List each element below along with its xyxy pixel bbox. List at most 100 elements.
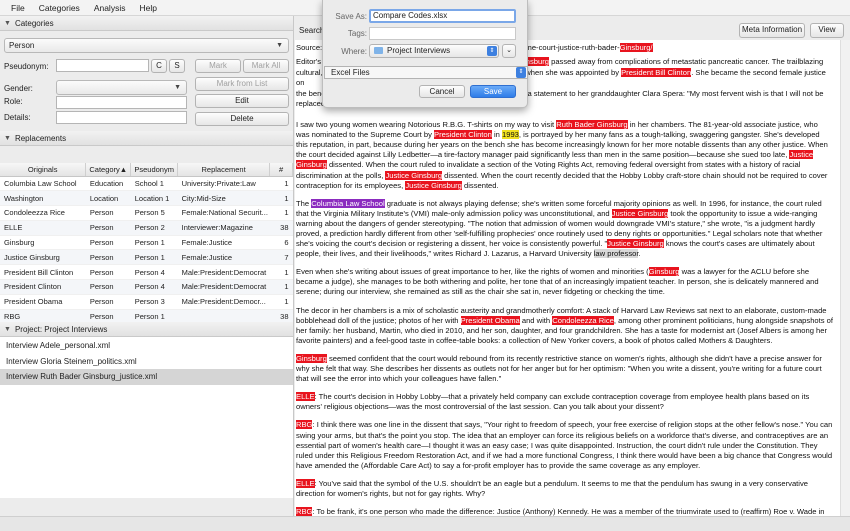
table-row[interactable]: ELLE Person Person 2 Interviewer:Magazine 38: [0, 220, 293, 236]
categories-header[interactable]: ▼ Categories: [0, 16, 293, 31]
table-cell: President Clinton: [0, 279, 86, 295]
table-row[interactable]: President Bill Clinton Person Person 4 Male…: [0, 264, 293, 281]
highlighted-term: Ruth Bader Ginsburg: [556, 120, 628, 130]
meta-information-button[interactable]: Meta Information: [739, 23, 805, 38]
save-as-field[interactable]: Compare Codes.xlsx: [369, 9, 516, 23]
role-field[interactable]: [56, 96, 187, 109]
document-text: Source: 8/supreme-court-justice-ruth-bade…: [295, 40, 840, 516]
table-cell: University:Private:Law: [177, 176, 270, 192]
highlighted-term: ELLE: [296, 392, 315, 402]
replacements-header[interactable]: ▼ Replacements: [0, 131, 293, 146]
expand-dialog-button[interactable]: ⌄: [502, 44, 516, 58]
list-item[interactable]: Interview Gloria Steinem_politics.xml: [0, 354, 293, 370]
text-run: : The court's decision in Hobby Lobby—th…: [296, 392, 810, 412]
table-row[interactable]: Justice Ginsburg Person Person 1 Female:Jus…: [0, 249, 293, 266]
highlighted-term: Condoleezza Rice: [552, 315, 614, 325]
text-run: The: [296, 198, 312, 208]
tags-field[interactable]: [369, 27, 516, 40]
chevron-updown-icon: ⇕: [516, 67, 526, 78]
replacements-body: Columbia Law School Education School 1 Univ…: [0, 176, 293, 340]
table-cell: Female:National Securit...: [177, 205, 270, 221]
collapse-triangle-icon: ▼: [4, 19, 11, 27]
table-row[interactable]: President Obama Person Person 3 Male:Presid…: [0, 294, 293, 310]
paragraph: Ginsburg seemed confident that the court…: [296, 353, 833, 384]
mark-button[interactable]: Mark: [195, 59, 241, 73]
list-item[interactable]: Interview Adele_personal.xml: [0, 338, 293, 354]
table-cell: City:Mid-Size: [177, 190, 270, 207]
list-item[interactable]: Interview Ruth Bader Ginsburg_justice.xm…: [0, 369, 293, 385]
save-dialog: Save As: Compare Codes.xlsx Tags: Where:…: [322, 0, 528, 108]
s-button[interactable]: S: [169, 59, 185, 73]
save-button[interactable]: Save: [470, 85, 516, 98]
category-select[interactable]: Person ▼: [4, 38, 289, 53]
col-count[interactable]: #: [269, 163, 293, 177]
chevron-down-icon: ▼: [174, 84, 181, 91]
search-label: Search: [299, 26, 325, 35]
project-header[interactable]: ▼ Project: Project Interviews: [0, 322, 293, 337]
gender-select[interactable]: ▼: [56, 80, 187, 95]
c-button[interactable]: C: [151, 59, 167, 73]
table-cell: Male:President:Democr...: [177, 294, 270, 310]
document-scrollbar[interactable]: [840, 40, 850, 516]
table-cell: Person 1: [130, 235, 178, 251]
delete-button[interactable]: Delete: [195, 112, 289, 126]
tags-label: Tags:: [347, 29, 367, 38]
col-replacement[interactable]: Replacement: [177, 163, 271, 177]
menu-file[interactable]: File: [4, 3, 32, 13]
collapse-triangle-icon: ▼: [4, 134, 11, 142]
paragraph: The decor in her chambers is a mix of sc…: [296, 306, 833, 346]
highlighted-term: 1993: [502, 130, 519, 140]
highlighted-term: Ginsburg: [296, 353, 327, 363]
table-cell: Location: [85, 190, 131, 207]
highlighted-term: President Obama: [460, 315, 520, 325]
table-cell: 1: [269, 279, 293, 295]
table-cell: Person 1: [130, 249, 178, 266]
save-as-label: Save As:: [335, 12, 367, 21]
table-row[interactable]: President Clinton Person Person 4 Male:Pres…: [0, 279, 293, 295]
folder-icon: [374, 47, 383, 55]
text-run: dissented.: [461, 180, 499, 190]
pseudonym-field[interactable]: [56, 59, 149, 72]
menu-help[interactable]: Help: [132, 3, 163, 13]
menu-analysis[interactable]: Analysis: [87, 3, 133, 13]
details-label: Details:: [4, 113, 31, 122]
table-cell: Location 1: [130, 190, 178, 207]
table-cell: Washington: [0, 190, 86, 207]
table-row[interactable]: Columbia Law School Education School 1 Univ…: [0, 176, 293, 192]
highlighted-term: Justice Ginsburg: [607, 239, 664, 249]
paragraph: The Columbia Law School graduate is not …: [296, 198, 833, 260]
table-row[interactable]: Ginsburg Person Person 1 Female:Justice 6: [0, 235, 293, 251]
edit-button[interactable]: Edit: [195, 94, 289, 108]
table-cell: Person: [85, 279, 131, 295]
paragraph: ELLE: The court's decision in Hobby Lobb…: [296, 392, 833, 412]
view-button[interactable]: View: [810, 23, 844, 38]
table-cell: Justice Ginsburg: [0, 249, 86, 266]
col-category[interactable]: Category▲: [85, 163, 132, 177]
highlighted-term: RBG: [296, 507, 313, 516]
cancel-button[interactable]: Cancel: [419, 85, 465, 98]
file-format-select[interactable]: Excel Files ⇕: [324, 66, 528, 79]
text-run: seemed confident that the court would re…: [296, 353, 822, 384]
where-select[interactable]: Project Interviews ⇕: [369, 44, 499, 58]
mark-all-button[interactable]: Mark All: [243, 59, 289, 73]
table-cell: 6: [269, 235, 293, 251]
col-pseudonym[interactable]: Pseudonym: [130, 163, 179, 177]
col-originals[interactable]: Originals: [0, 163, 87, 177]
text-run: Even when she's writing about issues of …: [296, 267, 649, 277]
table-cell: Male:President:Democrat: [177, 264, 270, 281]
role-label: Role:: [4, 97, 23, 106]
details-field[interactable]: [56, 111, 187, 124]
table-cell: Person: [85, 235, 131, 251]
table-cell: 38: [269, 220, 293, 236]
collapse-triangle-icon: ▼: [4, 325, 11, 333]
table-row[interactable]: Condoleezza Rice Person Person 5 Female:Nat…: [0, 205, 293, 221]
highlighted-term: Justice Ginsburg: [385, 170, 443, 180]
highlighted-term: President Bill Clinton: [621, 67, 692, 77]
mark-from-list-button[interactable]: Mark from List: [195, 77, 289, 91]
table-cell: President Bill Clinton: [0, 264, 86, 281]
menu-categories[interactable]: Categories: [32, 3, 87, 13]
project-file-list: Interview Adele_personal.xml Interview G…: [0, 338, 293, 498]
highlighted-term: law professor: [593, 249, 639, 259]
table-row[interactable]: Washington Location Location 1 City:Mid-Siz…: [0, 190, 293, 207]
table-cell: 1: [269, 264, 293, 281]
